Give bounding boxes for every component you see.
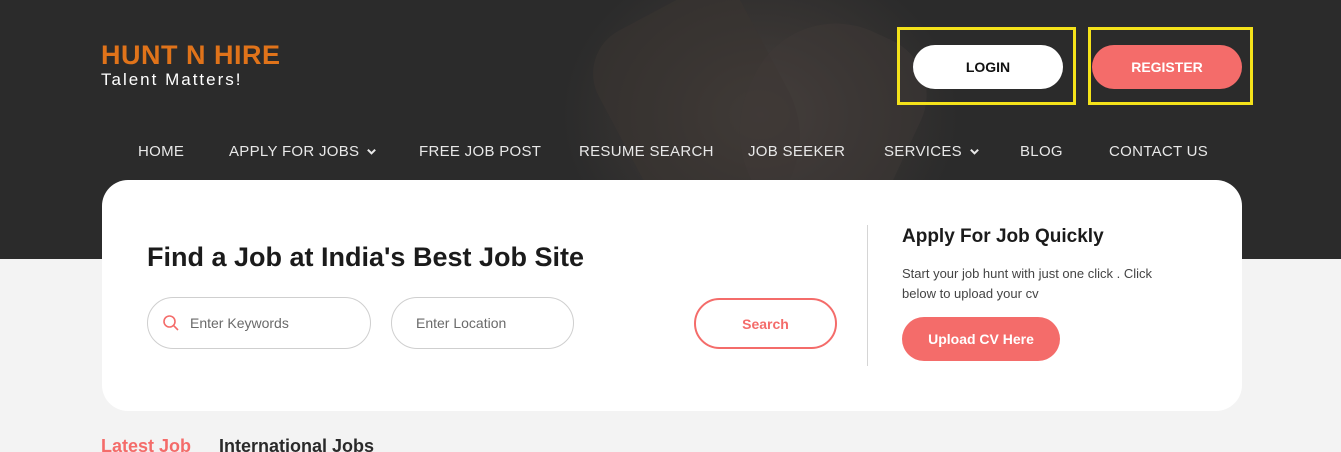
card-divider — [867, 225, 868, 366]
nav-item-label: APPLY FOR JOBS — [229, 143, 360, 160]
nav-item-home[interactable]: HOME — [138, 143, 184, 160]
nav-item-blog[interactable]: BLOG — [1020, 143, 1063, 160]
nav-item-label: HOME — [138, 143, 185, 160]
tab-latest-job[interactable]: Latest Job — [101, 436, 191, 452]
chevron-down-icon — [970, 148, 979, 155]
keywords-field[interactable] — [147, 297, 371, 349]
location-field[interactable] — [391, 297, 586, 349]
search-icon — [163, 315, 179, 331]
nav-item-resume-search[interactable]: RESUME SEARCH — [579, 143, 714, 160]
nav-item-label: RESUME SEARCH — [579, 143, 714, 160]
keywords-input[interactable] — [190, 315, 360, 331]
nav-item-label: FREE JOB POST — [419, 143, 542, 160]
nav-item-label: JOB SEEKER — [748, 143, 846, 160]
job-search-card: Find a Job at India's Best Job Site Sear… — [102, 180, 1242, 411]
job-tabs: Latest Job International Jobs — [101, 436, 374, 452]
login-button[interactable]: LOGIN — [913, 45, 1063, 89]
upload-cv-button[interactable]: Upload CV Here — [902, 317, 1060, 361]
apply-quick-title: Apply For Job Quickly — [902, 226, 1104, 247]
logo-tagline: Talent Matters! — [101, 70, 243, 89]
tab-international-jobs[interactable]: International Jobs — [219, 436, 374, 452]
nav-item-label: SERVICES — [884, 143, 962, 160]
site-logo[interactable]: HUNT N HIRE Talent Matters! — [101, 40, 281, 90]
nav-item-label: CONTACT US — [1109, 143, 1209, 160]
nav-item-free-job-post[interactable]: FREE JOB POST — [419, 143, 541, 160]
logo-title: HUNT N HIRE — [101, 40, 281, 70]
register-button[interactable]: REGISTER — [1092, 45, 1242, 89]
nav-item-job-seeker[interactable]: JOB SEEKER — [748, 143, 845, 160]
main-nav: HOME APPLY FOR JOBS FREE JOB POST RESUME… — [0, 143, 1341, 163]
nav-item-apply-for-jobs[interactable]: APPLY FOR JOBS — [229, 143, 377, 160]
nav-item-label: BLOG — [1020, 143, 1063, 160]
nav-item-contact-us[interactable]: CONTACT US — [1109, 143, 1208, 160]
location-input[interactable] — [416, 315, 586, 331]
chevron-down-icon — [367, 148, 377, 155]
nav-item-services[interactable]: SERVICES — [884, 143, 980, 160]
search-button[interactable]: Search — [694, 298, 837, 349]
apply-quick-description: Start your job hunt with just one click … — [902, 266, 1152, 301]
search-title: Find a Job at India's Best Job Site — [147, 242, 584, 272]
